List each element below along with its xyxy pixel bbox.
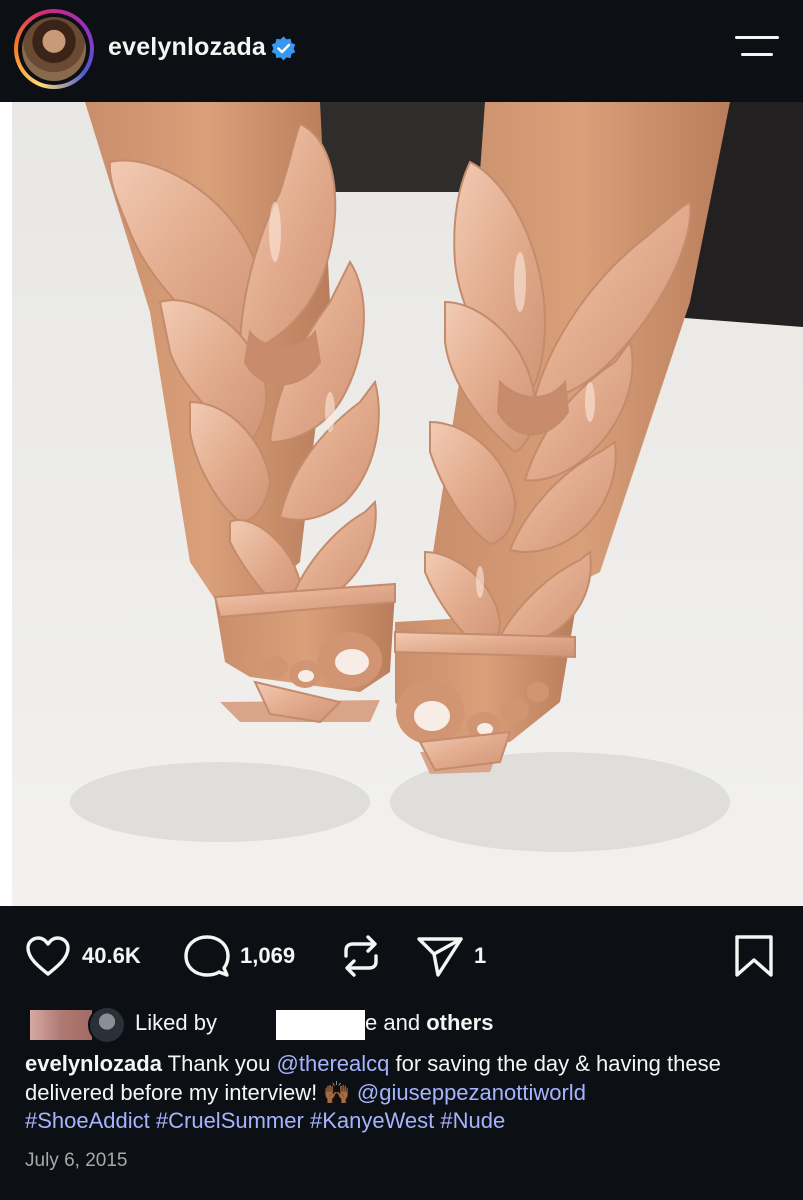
action-bar: 40.6K 1,069 1	[0, 906, 803, 1006]
liker-avatar[interactable]	[88, 1006, 126, 1044]
others-link[interactable]: others	[426, 1010, 493, 1035]
profile-avatar[interactable]	[14, 9, 94, 89]
hashtag[interactable]: #Nude	[440, 1108, 505, 1133]
name-fragment: e	[365, 1010, 378, 1035]
mention-giuseppezanottiworld[interactable]: @giuseppezanottiworld	[357, 1080, 586, 1105]
liked-by-label: Liked by	[135, 1010, 217, 1035]
hashtag[interactable]: #CruelSummer	[156, 1108, 304, 1133]
raised-hands-emoji: 🙌🏾	[323, 1079, 351, 1105]
header-username[interactable]: evelynlozada	[108, 33, 266, 62]
hashtag[interactable]: #KanyeWest	[310, 1108, 434, 1133]
comments-count[interactable]: 1,069	[240, 943, 295, 969]
share-action[interactable]: 1	[416, 934, 486, 978]
liked-by-others[interactable]: e and others	[365, 1010, 493, 1036]
mention-therealcq[interactable]: @therealcq	[277, 1051, 390, 1076]
repost-icon[interactable]	[340, 934, 382, 978]
likes-count[interactable]: 40.6K	[82, 943, 141, 969]
post-date: July 6, 2015	[25, 1150, 128, 1171]
verified-badge-icon	[271, 36, 296, 61]
menu-icon[interactable]	[735, 34, 779, 60]
liked-by-connector: and	[383, 1010, 421, 1035]
post-header: evelynlozada	[0, 0, 803, 102]
liked-by-row[interactable]: Liked by e and others	[30, 1006, 790, 1044]
shares-count[interactable]: 1	[474, 943, 486, 969]
post-photo[interactable]	[0, 102, 803, 906]
bookmark-icon[interactable]	[733, 934, 775, 978]
redacted-name	[276, 1010, 365, 1040]
caption-text-1: Thank you	[167, 1051, 271, 1076]
like-action[interactable]: 40.6K	[24, 934, 141, 978]
post-caption: evelynlozada Thank you @therealcq for sa…	[25, 1050, 785, 1136]
sandals-photo-illustration	[0, 102, 803, 906]
send-icon[interactable]	[416, 934, 464, 978]
redacted-avatar	[30, 1010, 92, 1040]
bookmark-action[interactable]	[733, 934, 775, 978]
comment-action[interactable]: 1,069	[184, 934, 295, 978]
caption-username[interactable]: evelynlozada	[25, 1051, 162, 1076]
heart-icon[interactable]	[24, 934, 72, 978]
repost-action[interactable]	[340, 934, 382, 978]
hashtag[interactable]: #ShoeAddict	[25, 1108, 150, 1133]
comment-icon[interactable]	[184, 934, 230, 978]
